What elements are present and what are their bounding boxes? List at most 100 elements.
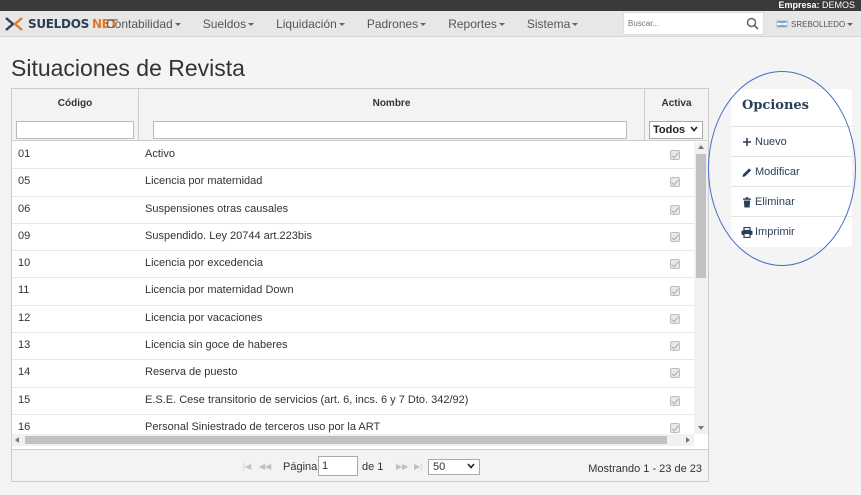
user-name: SREBOLLEDO (791, 19, 846, 29)
cell-codigo: 16 (18, 420, 31, 433)
main-menu: Contabilidad Sueldos Liquidación Padrone… (95, 11, 589, 37)
modificar-label: Modificar (755, 166, 800, 178)
col-nombre-header[interactable]: Nombre (139, 89, 645, 141)
empresa-bar: Empresa: DEMOS (0, 0, 861, 11)
scroll-right-icon[interactable] (686, 437, 690, 443)
prev-page-icon[interactable]: ◀◀ (259, 462, 271, 471)
nombre-filter-input[interactable] (153, 121, 627, 139)
activa-checkbox (670, 204, 680, 215)
table-row[interactable]: 11 Licencia por maternidad Down (12, 278, 694, 306)
table-row[interactable]: 14 Reserva de puesto (12, 360, 694, 388)
cell-nombre: E.S.E. Cese transitorio de servicios (ar… (145, 393, 469, 406)
codigo-filter-input[interactable] (16, 121, 134, 139)
caret-down-icon (847, 22, 854, 26)
table-row[interactable]: 12 Licencia por vacaciones (12, 306, 694, 334)
menu-liquidacion[interactable]: Liquidación (265, 11, 356, 37)
records-info: Mostrando 1 - 23 de 23 (588, 463, 702, 475)
cell-codigo: 12 (18, 311, 31, 324)
activa-checkbox (670, 259, 680, 270)
nuevo-label: Nuevo (755, 136, 787, 148)
menu-padrones[interactable]: Padrones (356, 11, 437, 37)
page-of-label: de 1 (362, 461, 384, 473)
nuevo-button[interactable]: Nuevo (731, 126, 852, 156)
navbar: SUELDOS NET Contabilidad Sueldos Liquidac… (0, 11, 861, 37)
page-number-input[interactable]: 1 (318, 456, 358, 476)
cell-codigo: 10 (18, 257, 31, 270)
next-page-icon[interactable]: ▶▶ (396, 462, 408, 471)
argentina-flag-icon (776, 20, 788, 28)
cell-codigo: 13 (18, 339, 31, 352)
table-row[interactable]: 15 E.S.E. Cese transitorio de servicios (… (12, 388, 694, 415)
cell-nombre: Licencia por maternidad Down (145, 284, 294, 297)
menu-sistema[interactable]: Sistema (516, 11, 589, 37)
menu-label: Contabilidad (106, 17, 173, 31)
empresa-value: DEMOS (821, 0, 855, 10)
menu-label: Padrones (366, 17, 419, 31)
menu-label: Sistema (526, 17, 571, 31)
menu-label: Sueldos (202, 17, 247, 31)
plus-icon (743, 138, 751, 147)
activa-checkbox (670, 395, 680, 406)
menu-contabilidad[interactable]: Contabilidad (95, 11, 192, 37)
cell-codigo: 14 (18, 366, 31, 379)
table-row[interactable]: 01 Activo (12, 142, 694, 170)
cell-nombre: Activo (145, 148, 175, 160)
last-page-icon[interactable]: ▶| (414, 462, 422, 471)
cell-codigo: 15 (18, 393, 31, 406)
trash-icon (743, 196, 751, 208)
activa-checkbox (670, 341, 680, 352)
imprimir-label: Imprimir (755, 226, 795, 238)
table-row[interactable]: 05 Licencia por maternidad (12, 169, 694, 197)
scroll-thumb[interactable] (25, 436, 667, 444)
horizontal-scrollbar[interactable] (12, 434, 694, 446)
eliminar-button[interactable]: Eliminar (731, 186, 852, 216)
sueldosnet-logo-icon (5, 17, 23, 31)
search-input[interactable] (624, 13, 742, 34)
chevron-down-icon (467, 463, 475, 469)
caret-down-icon (174, 23, 181, 27)
cell-codigo: 09 (18, 229, 31, 242)
eliminar-label: Eliminar (755, 196, 795, 208)
page-label: Página (283, 461, 318, 473)
col-nombre-label: Nombre (372, 98, 411, 109)
opciones-panel: Opciones Nuevo Modificar Eliminar Imprim… (731, 89, 852, 247)
scroll-left-icon[interactable] (15, 437, 19, 443)
brand-name-a: SUELDOS (28, 17, 89, 31)
scroll-up-icon[interactable] (698, 145, 704, 149)
cell-nombre: Licencia por excedencia (145, 257, 264, 270)
first-page-icon[interactable]: |◀ (243, 462, 251, 471)
col-codigo-label: Código (57, 98, 93, 109)
chevron-down-icon (690, 126, 698, 132)
scroll-thumb[interactable] (696, 154, 706, 278)
activa-checkbox (670, 177, 680, 188)
activa-checkbox (670, 150, 680, 160)
caret-down-icon (338, 23, 345, 27)
vertical-scrollbar[interactable] (694, 142, 708, 434)
pencil-icon (742, 167, 752, 177)
table-row[interactable]: 09 Suspendido. Ley 20744 art.223bis (12, 224, 694, 252)
menu-reportes[interactable]: Reportes (437, 11, 516, 37)
table-row[interactable]: 13 Licencia sin goce de haberes (12, 333, 694, 361)
page-size-select[interactable]: 50 (428, 459, 480, 475)
search-icon[interactable] (746, 17, 759, 30)
cell-nombre: Suspensiones otras causales (145, 202, 289, 215)
table-row[interactable]: 10 Licencia por excedencia (12, 251, 694, 279)
user-menu[interactable]: SREBOLLEDO (776, 11, 854, 37)
col-activa-header[interactable]: Activa Todos (645, 89, 708, 141)
print-icon (741, 226, 753, 238)
activa-filter-select[interactable]: Todos (649, 121, 703, 139)
modificar-button[interactable]: Modificar (731, 156, 852, 186)
menu-sueldos[interactable]: Sueldos (192, 11, 265, 37)
activa-checkbox (670, 231, 680, 242)
scroll-down-icon[interactable] (698, 426, 704, 430)
activa-checkbox (670, 313, 680, 324)
caret-down-icon (420, 23, 427, 27)
table-row[interactable]: 16 Personal Siniestrado de terceros uso p… (12, 415, 694, 434)
table-row[interactable]: 06 Suspensiones otras causales (12, 197, 694, 224)
activa-checkbox (670, 368, 680, 379)
imprimir-button[interactable]: Imprimir (731, 216, 852, 246)
cell-nombre: Personal Siniestrado de terceros uso por… (145, 420, 381, 433)
col-codigo-header[interactable]: Código (12, 89, 139, 141)
activa-filter-value: Todos (653, 124, 686, 136)
cell-codigo: 01 (18, 148, 31, 160)
